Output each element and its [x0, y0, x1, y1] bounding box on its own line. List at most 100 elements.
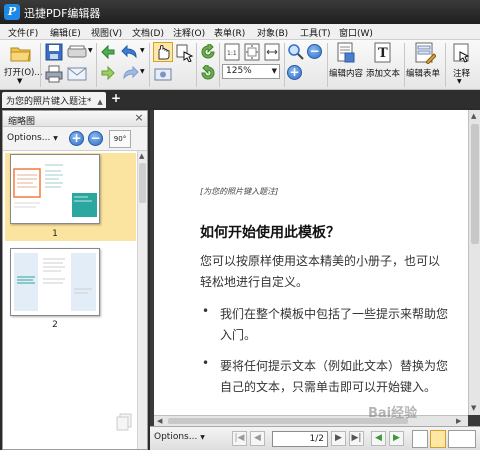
toolbar: 打开(O)... ▼ ▼ ▼ ▼ 1:1 125% ▼ − + 编辑内容 T 添…: [0, 40, 480, 90]
document-vertical-scrollbar[interactable]: ▲ ▼: [468, 110, 480, 415]
document-scroll-thumb[interactable]: [471, 124, 479, 244]
menu-object[interactable]: 对象(B): [257, 26, 288, 39]
intro-paragraph: 您可以按原样使用这本精美的小册子，也可以轻松地进行自定义。: [200, 254, 441, 289]
bullet-item: 我们在整个模板中包括了一些提示来帮助您入门。: [220, 307, 449, 342]
minus-icon: −: [309, 44, 320, 58]
menu-file[interactable]: 文件(F): [8, 26, 38, 39]
scroll-right-arrow-icon[interactable]: ▶: [456, 417, 461, 425]
menu-form[interactable]: 表单(R): [214, 26, 245, 39]
scanner-icon[interactable]: [67, 45, 87, 59]
options-dropdown-arrow-icon: ▼: [200, 434, 205, 441]
thumbnail-zoom-out-button[interactable]: −: [88, 131, 103, 146]
actual-size-icon[interactable]: 1:1: [224, 43, 240, 61]
continuous-view-button[interactable]: [430, 430, 446, 448]
page-thumbnail-2[interactable]: [10, 248, 100, 316]
select-text-icon[interactable]: [176, 44, 194, 62]
navigation-options-label: Options...: [154, 432, 198, 442]
edit-content-button[interactable]: 编辑内容: [329, 67, 363, 79]
rotate-counterclockwise-icon[interactable]: [200, 65, 216, 81]
forward-green-icon[interactable]: [100, 65, 116, 81]
minus-icon: −: [90, 131, 101, 145]
facing-view-button[interactable]: [448, 430, 476, 448]
thumbnail-zoom-in-button[interactable]: +: [69, 131, 84, 146]
thumbnail-options-button[interactable]: Options... ▼: [7, 133, 58, 143]
edit-content-icon[interactable]: [336, 42, 356, 64]
scroll-left-arrow-icon[interactable]: ◀: [157, 417, 162, 425]
next-page-icon: ▶: [335, 433, 342, 443]
new-tab-button[interactable]: +: [110, 92, 122, 105]
scan-dropdown-arrow-icon[interactable]: ▼: [88, 47, 93, 54]
thumbnail-panel-title: 缩略图: [8, 117, 36, 127]
menu-tools[interactable]: 工具(T): [300, 26, 331, 39]
print-icon[interactable]: [45, 65, 63, 83]
previous-page-button[interactable]: ◀: [250, 431, 265, 446]
open-folder-icon[interactable]: [10, 43, 32, 63]
rotate-thumbnails-button[interactable]: 90°: [109, 130, 131, 148]
rotate-clockwise-icon[interactable]: [200, 44, 216, 60]
email-icon[interactable]: [67, 66, 87, 82]
menu-comment[interactable]: 注释(O): [173, 26, 205, 39]
zoom-in-button[interactable]: +: [287, 65, 302, 80]
photo-caption-placeholder[interactable]: [为您的照片键入题注]: [200, 186, 278, 197]
menu-bar: 文件(F) 编辑(E) 视图(V) 文档(D) 注释(O) 表单(R) 对象(B…: [0, 24, 480, 40]
pages-stack-icon: [116, 413, 132, 431]
add-text-icon[interactable]: T: [373, 42, 393, 64]
thumbnail-scroll-thumb[interactable]: [139, 163, 146, 203]
navigation-options-button[interactable]: Options... ▼: [154, 432, 205, 442]
menu-view[interactable]: 视图(V): [91, 26, 122, 39]
snapshot-icon[interactable]: [153, 66, 173, 82]
forward-arrow-icon: ▶: [393, 433, 400, 443]
thumbnail-scrollbar[interactable]: ▲: [137, 151, 147, 449]
undo-dropdown-arrow-icon[interactable]: ▼: [140, 47, 145, 54]
go-back-button[interactable]: ◀: [371, 431, 386, 446]
close-icon[interactable]: ×: [133, 112, 145, 124]
menu-edit[interactable]: 编辑(E): [50, 26, 81, 39]
zoom-tool-icon[interactable]: [287, 43, 305, 61]
open-dropdown-arrow-icon[interactable]: ▼: [17, 77, 22, 85]
zoom-value: 125%: [226, 66, 252, 76]
page-number-field[interactable]: 1/2: [272, 431, 328, 447]
zoom-out-button[interactable]: −: [307, 44, 322, 59]
first-page-icon: |◀: [234, 433, 245, 443]
document-modified-mark: *: [87, 97, 92, 107]
annotation-icon[interactable]: [452, 43, 472, 63]
zoom-select[interactable]: 125% ▼: [222, 64, 280, 79]
redo-dropdown-arrow-icon[interactable]: ▼: [140, 68, 145, 75]
document-tab[interactable]: 为您的照片键入题注* ▲: [2, 92, 106, 108]
single-page-view-button[interactable]: [412, 430, 428, 448]
undo-icon[interactable]: [121, 44, 139, 60]
bullet-icon: •: [202, 356, 210, 370]
back-arrow-icon: ◀: [375, 433, 382, 443]
next-page-button[interactable]: ▶: [331, 431, 346, 446]
document-page[interactable]: [为您的照片键入题注] 如何开始使用此模板？ 您可以按原样使用这本精美的小册子，…: [154, 110, 468, 415]
menu-document[interactable]: 文档(D): [132, 26, 164, 39]
redo-icon[interactable]: [121, 65, 139, 81]
open-button-label[interactable]: 打开(O)...: [4, 66, 42, 78]
annotation-dropdown-arrow-icon[interactable]: ▼: [457, 78, 462, 85]
zoom-dropdown-arrow-icon[interactable]: ▼: [272, 65, 277, 78]
document-horizontal-scrollbar[interactable]: ◀ ▶: [154, 415, 468, 426]
document-tab-title: 为您的照片键入题注: [6, 97, 88, 107]
app-logo-icon: P: [4, 4, 20, 20]
edit-form-button[interactable]: 编辑表单: [406, 67, 440, 79]
menu-window[interactable]: 窗口(W): [339, 26, 373, 39]
add-text-button[interactable]: 添加文本: [366, 67, 400, 79]
scroll-up-arrow-icon[interactable]: ▲: [471, 112, 476, 120]
go-forward-button[interactable]: ▶: [389, 431, 404, 446]
last-page-button[interactable]: ▶|: [349, 431, 364, 446]
thumbnail-page-number: 1: [52, 229, 58, 239]
edit-form-icon[interactable]: [414, 42, 436, 64]
fit-width-icon[interactable]: [264, 43, 280, 61]
save-icon[interactable]: [45, 43, 63, 61]
hand-tool-button[interactable]: [153, 42, 173, 62]
fit-page-icon[interactable]: [244, 43, 260, 61]
scroll-up-arrow-icon[interactable]: ▲: [139, 152, 144, 160]
first-page-button[interactable]: |◀: [232, 431, 247, 446]
scroll-down-arrow-icon[interactable]: ▼: [471, 404, 476, 412]
back-green-icon[interactable]: [100, 44, 116, 60]
tab-scroll-arrow-icon[interactable]: ▲: [97, 98, 102, 106]
page-thumbnail-1[interactable]: [10, 154, 100, 224]
bullet-icon: •: [202, 304, 210, 318]
thumbnail-list: 1 2: [3, 151, 137, 449]
title-bar: P 迅捷PDF编辑器: [0, 0, 480, 24]
